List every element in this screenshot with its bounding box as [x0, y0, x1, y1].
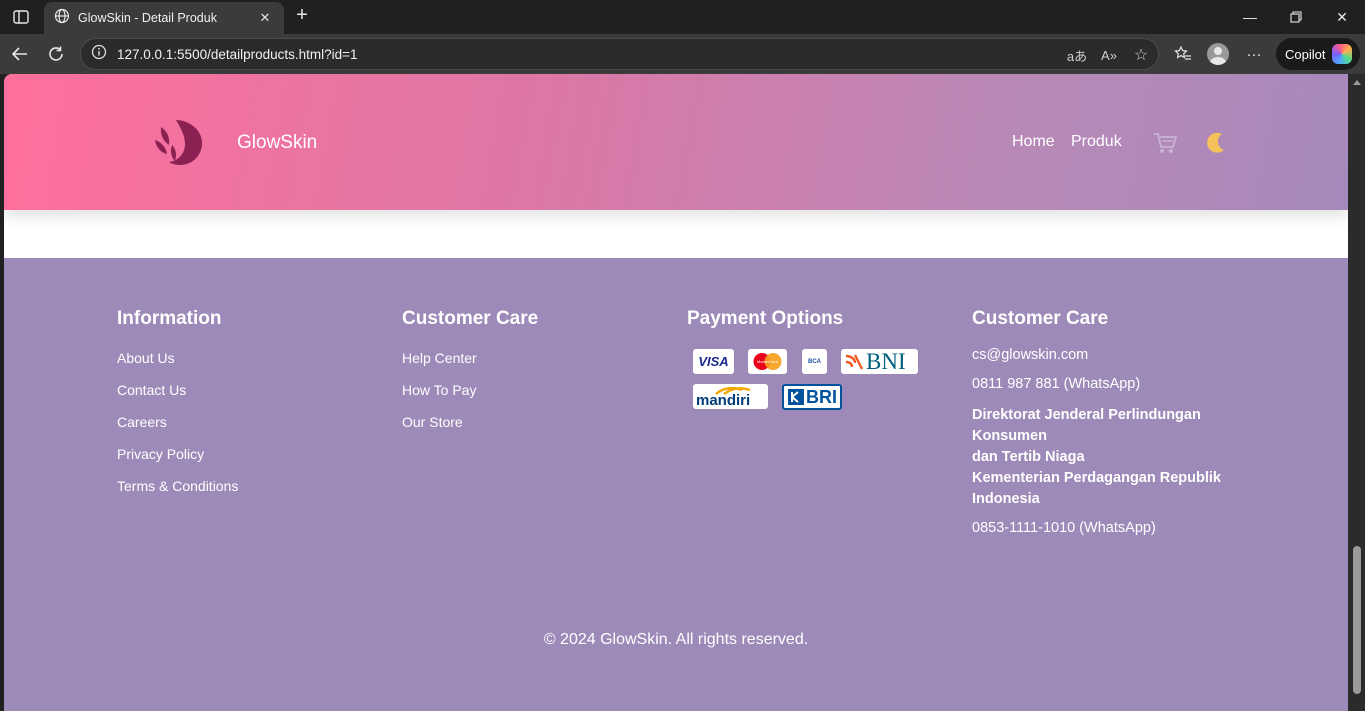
- close-window-icon[interactable]: ✕: [1319, 0, 1365, 34]
- browser-tab[interactable]: GlowSkin - Detail Produk ✕: [44, 2, 284, 34]
- translate-icon[interactable]: aあ: [1066, 45, 1088, 65]
- glowskin-logo-icon[interactable]: [152, 118, 204, 166]
- contact-address: Direktorat Jenderal Perlindungan Konsume…: [972, 405, 1232, 510]
- scroll-up-icon[interactable]: [1353, 80, 1361, 85]
- more-options-icon[interactable]: ···: [1241, 42, 1267, 66]
- browser-tab-bar: GlowSkin - Detail Produk ✕ + — ✕: [0, 0, 1365, 34]
- copilot-icon: [1332, 44, 1353, 64]
- address-bar[interactable]: 127.0.0.1:5500/detailproducts.html?id=1 …: [80, 38, 1159, 70]
- brand-name[interactable]: GlowSkin: [237, 132, 317, 154]
- privacy-policy-link[interactable]: Privacy Policy: [117, 446, 204, 462]
- tab-title: GlowSkin - Detail Produk: [78, 11, 217, 25]
- address-line: dan Tertib Niaga: [972, 449, 1085, 465]
- new-tab-icon[interactable]: +: [290, 5, 314, 27]
- bri-logo: BRI: [782, 384, 842, 410]
- site-footer: Information About Us Contact Us Careers …: [4, 258, 1348, 711]
- back-icon[interactable]: [6, 40, 34, 68]
- favorite-star-icon[interactable]: ☆: [1130, 45, 1152, 65]
- close-tab-icon[interactable]: ✕: [256, 10, 274, 26]
- payment-options-heading: Payment Options: [687, 308, 844, 329]
- help-center-link[interactable]: Help Center: [402, 350, 477, 366]
- visa-logo: VISA: [693, 349, 734, 374]
- copilot-label: Copilot: [1285, 46, 1326, 62]
- minimize-icon[interactable]: —: [1227, 0, 1273, 34]
- scroll-thumb[interactable]: [1353, 546, 1361, 694]
- careers-link[interactable]: Careers: [117, 414, 167, 430]
- customer-care-heading: Customer Care: [402, 308, 539, 329]
- contact-phone[interactable]: 0811 987 881 (WhatsApp): [972, 376, 1140, 392]
- restore-icon[interactable]: [1273, 0, 1319, 34]
- svg-text:MasterCard: MasterCard: [757, 359, 778, 364]
- site-header: GlowSkin Home Produk: [4, 74, 1348, 210]
- how-to-pay-link[interactable]: How To Pay: [402, 382, 476, 398]
- information-heading: Information: [117, 308, 222, 329]
- copilot-button[interactable]: Copilot: [1276, 38, 1360, 70]
- refresh-icon[interactable]: [42, 40, 70, 68]
- terms-conditions-link[interactable]: Terms & Conditions: [117, 478, 238, 494]
- address-line: Direktorat Jenderal Perlindungan Konsume…: [972, 407, 1201, 444]
- bni-logo: BNI: [841, 349, 918, 374]
- contact-heading: Customer Care: [972, 308, 1109, 329]
- contact-us-link[interactable]: Contact Us: [117, 382, 186, 398]
- copyright-text: © 2024 GlowSkin. All rights reserved.: [543, 631, 809, 648]
- nav-produk-link[interactable]: Produk: [1071, 133, 1122, 151]
- mandiri-logo: mandiri: [693, 384, 768, 409]
- dark-mode-moon-icon[interactable]: [1202, 130, 1228, 156]
- mastercard-logo: MasterCard: [748, 349, 787, 374]
- read-aloud-icon[interactable]: A»: [1098, 45, 1120, 65]
- globe-icon: [54, 8, 70, 29]
- site-info-icon[interactable]: [91, 44, 107, 65]
- shopping-cart-icon[interactable]: [1152, 130, 1178, 156]
- contact-phone-2[interactable]: 0853-1111-1010 (WhatsApp): [972, 520, 1156, 536]
- page-scrollbar[interactable]: [1348, 74, 1365, 711]
- contact-email[interactable]: cs@glowskin.com: [972, 347, 1088, 363]
- address-line: Kementerian Perdagangan Republik Indones…: [972, 470, 1221, 507]
- nav-home-link[interactable]: Home: [1012, 133, 1055, 151]
- favorites-icon[interactable]: [1170, 42, 1196, 66]
- our-store-link[interactable]: Our Store: [402, 414, 463, 430]
- browser-toolbar: 127.0.0.1:5500/detailproducts.html?id=1 …: [0, 34, 1365, 74]
- profile-avatar[interactable]: [1207, 43, 1229, 65]
- url-text[interactable]: 127.0.0.1:5500/detailproducts.html?id=1: [117, 47, 358, 62]
- page-viewport: GlowSkin Home Produk Information About U…: [4, 74, 1348, 711]
- sidebar-toggle-icon[interactable]: [8, 5, 34, 29]
- about-us-link[interactable]: About Us: [117, 350, 175, 366]
- bca-logo: BCA: [802, 349, 827, 374]
